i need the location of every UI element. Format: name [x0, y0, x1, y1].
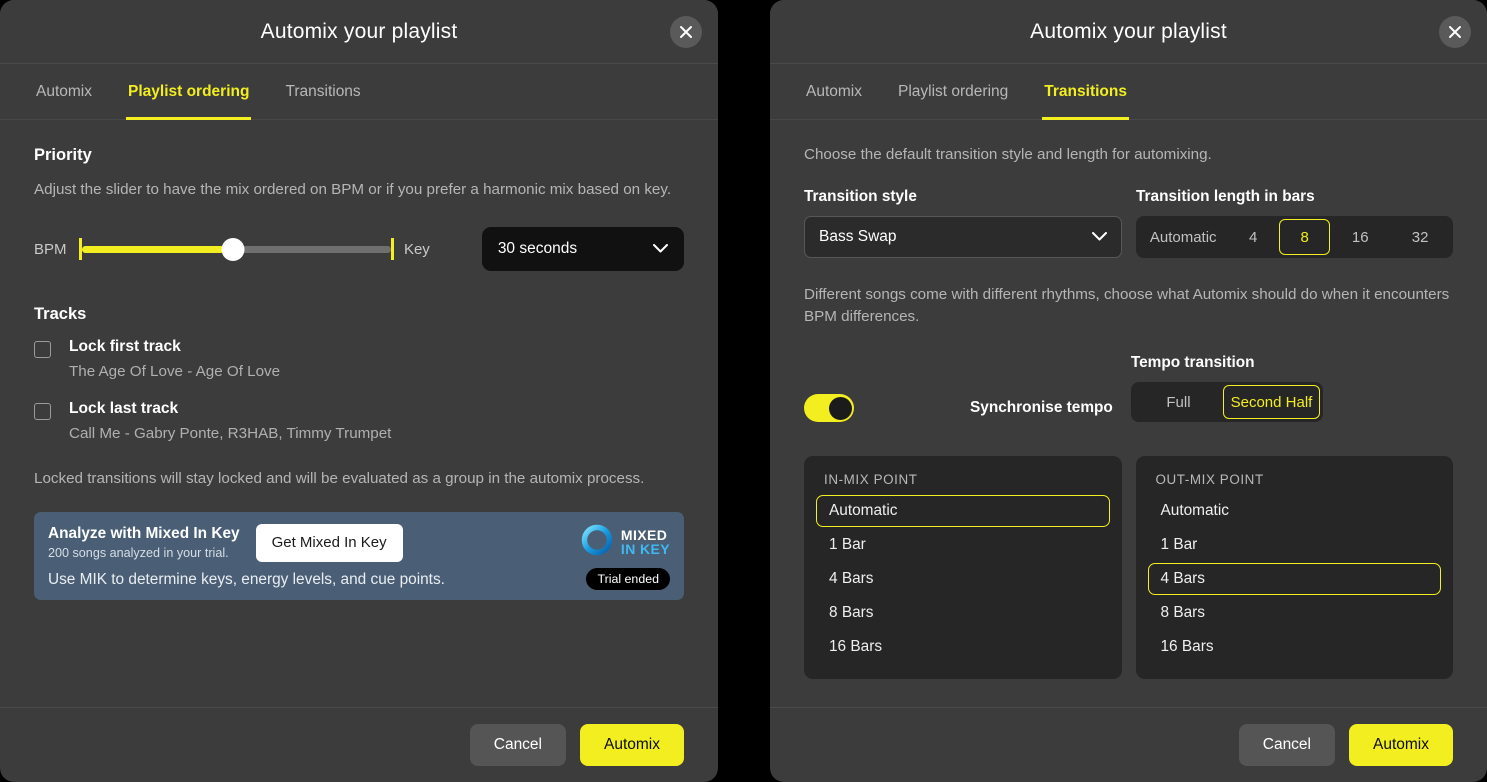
in-mix-option-automatic[interactable]: Automatic	[816, 495, 1110, 528]
cancel-button-right[interactable]: Cancel	[1238, 724, 1335, 766]
priority-slider-row: BPM Key 30 seconds	[34, 227, 684, 272]
out-mix-point-title: OUT-MIX POINT	[1155, 472, 1264, 488]
chevron-down-icon	[1092, 228, 1107, 246]
lock-first-track-subtitle: The Age Of Love - Age Of Love	[69, 363, 281, 381]
transition-length-segmented-control: Automatic 4 8 16 32	[1136, 216, 1453, 259]
tempo-transition-segmented-control: Full Second Half	[1130, 382, 1323, 423]
mik-wordmark-line1: MIXED	[620, 527, 668, 544]
mik-wordmark-line2: IN KEY	[620, 541, 670, 558]
dialog-titlebar: Automix your playlist	[0, 0, 718, 64]
slider-label-key: Key	[403, 240, 430, 258]
priority-heading: Priority	[34, 146, 92, 164]
transition-style-label: Transition style	[804, 188, 917, 206]
toggle-knob	[828, 396, 852, 420]
priority-description: Adjust the slider to have the mix ordere…	[34, 181, 672, 198]
lock-last-track-subtitle: Call Me - Gabry Ponte, R3HAB, Timmy Trum…	[69, 425, 392, 443]
mik-headline: Analyze with Mixed In Key	[48, 525, 240, 543]
close-button-right[interactable]	[1439, 15, 1471, 48]
duration-select[interactable]: 30 seconds	[481, 227, 684, 272]
slider-label-bpm: BPM	[34, 240, 67, 258]
tab-playlist-ordering-right[interactable]: Playlist ordering	[896, 64, 1010, 119]
out-mix-option-16-bars[interactable]: 16 Bars	[1148, 631, 1442, 663]
lock-last-track-row[interactable]: Lock last track Call Me - Gabry Ponte, R…	[34, 400, 684, 442]
automix-dialog-playlist-ordering: Automix your playlist Automix Playlist o…	[0, 0, 718, 782]
in-mix-option-1-bar[interactable]: 1 Bar	[816, 529, 1110, 561]
locked-transitions-note: Locked transitions will stay locked and …	[34, 470, 645, 488]
tab-bar-right: Automix Playlist ordering Transitions	[770, 64, 1487, 120]
mik-subline: 200 songs analyzed in your trial.	[48, 546, 229, 561]
slider-cap-left	[79, 238, 82, 261]
dialog-body-right: Choose the default transition style and …	[770, 120, 1487, 707]
in-mix-option-4-bars[interactable]: 4 Bars	[816, 563, 1110, 595]
lock-first-track-label: Lock first track	[69, 338, 181, 356]
transition-style-select[interactable]: Bass Swap	[804, 216, 1122, 259]
tempo-row: Synchronise tempo Tempo transition Full …	[804, 354, 1453, 423]
automix-button[interactable]: Automix	[580, 724, 684, 766]
transition-length-option-32[interactable]: 32	[1390, 219, 1450, 255]
transition-length-option-automatic[interactable]: Automatic	[1139, 219, 1227, 255]
automix-button-right[interactable]: Automix	[1349, 724, 1453, 766]
tab-automix-right[interactable]: Automix	[804, 64, 864, 119]
duration-select-value: 30 seconds	[497, 240, 578, 258]
dialog-title: Automix your playlist	[260, 19, 458, 43]
automix-dialog-transitions: Automix your playlist Automix Playlist o…	[770, 0, 1487, 782]
priority-slider[interactable]	[79, 235, 394, 263]
transition-length-option-4[interactable]: 4	[1227, 219, 1278, 255]
tab-playlist-ordering[interactable]: Playlist ordering	[126, 64, 252, 120]
close-icon	[1448, 25, 1462, 39]
slider-cap-right	[390, 238, 394, 261]
close-icon	[679, 25, 693, 39]
synchronise-tempo-label: Synchronise tempo	[970, 399, 1113, 417]
tempo-transition-label: Tempo transition	[1130, 354, 1255, 372]
dialog-titlebar-right: Automix your playlist	[770, 0, 1487, 64]
synchronise-tempo-toggle[interactable]	[804, 394, 854, 423]
lock-first-track-row[interactable]: Lock first track The Age Of Love - Age O…	[34, 338, 684, 380]
chevron-down-icon	[653, 240, 668, 258]
mixed-in-key-banner[interactable]: Analyze with Mixed In Key 200 songs anal…	[34, 512, 684, 601]
tempo-transition-option-full[interactable]: Full	[1134, 385, 1223, 419]
dialog-body: Priority Adjust the slider to have the m…	[0, 120, 718, 707]
transition-length-option-16[interactable]: 16	[1330, 219, 1390, 255]
transition-length-label: Transition length in bars	[1136, 188, 1315, 206]
in-mix-option-8-bars[interactable]: 8 Bars	[816, 597, 1110, 629]
out-mix-option-4-bars[interactable]: 4 Bars	[1147, 563, 1441, 596]
transition-settings-row: Transition style Bass Swap Transition le…	[804, 188, 1453, 259]
slider-thumb[interactable]	[221, 237, 245, 261]
out-mix-option-1-bar[interactable]: 1 Bar	[1148, 529, 1442, 561]
lock-first-track-checkbox[interactable]	[34, 341, 51, 359]
get-mixed-in-key-button[interactable]: Get Mixed In Key	[255, 523, 403, 562]
lock-last-track-label: Lock last track	[69, 400, 179, 418]
tab-transitions-right[interactable]: Transitions	[1042, 64, 1129, 120]
mik-bottom-text: Use MIK to determine keys, energy levels…	[48, 570, 445, 588]
tab-transitions[interactable]: Transitions	[283, 64, 362, 119]
close-button[interactable]	[670, 15, 702, 48]
transitions-intro: Choose the default transition style and …	[804, 146, 1212, 163]
in-mix-point-title: IN-MIX POINT	[824, 472, 918, 488]
out-mix-option-8-bars[interactable]: 8 Bars	[1148, 597, 1442, 629]
tab-automix[interactable]: Automix	[34, 64, 94, 119]
lock-last-track-checkbox[interactable]	[34, 403, 51, 421]
transition-length-option-8[interactable]: 8	[1278, 219, 1331, 256]
in-mix-point-card: IN-MIX POINT Automatic 1 Bar 4 Bars 8 Ba…	[804, 456, 1122, 680]
tempo-transition-option-second-half[interactable]: Second Half	[1223, 385, 1320, 420]
transition-style-value: Bass Swap	[819, 228, 897, 246]
mix-point-columns: IN-MIX POINT Automatic 1 Bar 4 Bars 8 Ba…	[804, 456, 1453, 680]
tracks-heading: Tracks	[34, 305, 87, 324]
in-mix-option-16-bars[interactable]: 16 Bars	[816, 631, 1110, 663]
cancel-button[interactable]: Cancel	[469, 724, 566, 766]
trial-ended-badge: Trial ended	[586, 567, 670, 590]
bpm-differences-note: Different songs come with different rhyt…	[804, 286, 1450, 326]
out-mix-option-automatic[interactable]: Automatic	[1148, 495, 1442, 527]
out-mix-point-card: OUT-MIX POINT Automatic 1 Bar 4 Bars 8 B…	[1135, 456, 1453, 680]
mixed-in-key-ring-icon	[580, 523, 614, 562]
slider-fill	[82, 245, 234, 253]
dialog-title-right: Automix your playlist	[1030, 19, 1227, 43]
screen: Automix your playlist Automix Playlist o…	[0, 0, 1487, 782]
tab-bar: Automix Playlist ordering Transitions	[0, 64, 718, 120]
dialog-footer-right: Cancel Automix	[770, 707, 1487, 782]
dialog-footer: Cancel Automix	[0, 707, 718, 782]
